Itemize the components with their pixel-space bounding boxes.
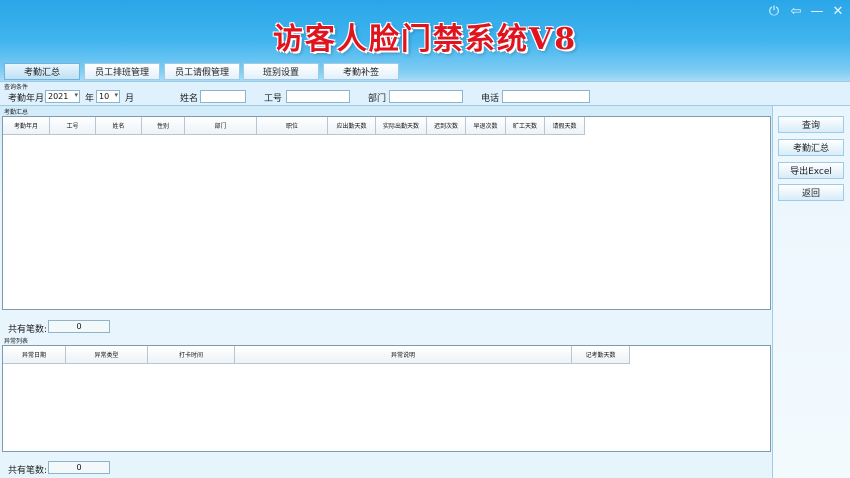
query-caption: 查询条件 [4, 84, 29, 91]
tab-staff-leave[interactable]: 员工请假管理 [164, 63, 240, 80]
column-header[interactable]: 应出勤天数 [328, 117, 376, 135]
exceptions-grid[interactable]: 异常日期 异常类型 打卡时间 异常说明 记考勤天数 [2, 345, 771, 452]
chevron-down-icon: ▾ [74, 91, 78, 99]
column-header[interactable]: 记考勤天数 [572, 346, 630, 364]
summary-grid[interactable]: 考勤年月 工号 姓名 性别 部门 职位 应出勤天数 实际出勤天数 迟到次数 早退… [2, 116, 771, 310]
column-header[interactable]: 考勤年月 [3, 117, 50, 135]
department-label: 部门 [368, 94, 387, 104]
column-header[interactable]: 迟到次数 [427, 117, 466, 135]
action-sidebar: 查询 考勤汇总 导出Excel 返回 [772, 106, 850, 478]
app-title: 访客人脸门禁系统V8 [272, 22, 578, 57]
back-button[interactable]: 返回 [778, 184, 844, 201]
app-window: 访客人脸门禁系统V8 ⏻ ⇦ — ✕ 考勤汇总 员工排班管理 员工请假管理 班别… [0, 0, 850, 478]
month-value: 10 [99, 92, 110, 101]
query-panel: 查询条件 考勤年月 2021 ▾ 年 10 ▾ 月 姓名 工号 部门 电话 [0, 81, 850, 106]
query-button[interactable]: 查询 [778, 116, 844, 133]
title-bar: 访客人脸门禁系统V8 ⏻ ⇦ — ✕ [0, 0, 850, 60]
power-icon[interactable]: ⏻ [766, 4, 782, 20]
tab-attendance-summary[interactable]: 考勤汇总 [4, 63, 80, 80]
employee-id-label: 工号 [264, 94, 283, 104]
column-header[interactable]: 早退次数 [466, 117, 506, 135]
summary-caption: 考勤汇总 [4, 109, 29, 116]
export-excel-button[interactable]: 导出Excel [778, 162, 844, 179]
tab-attendance-makeup[interactable]: 考勤补签 [323, 63, 399, 80]
employee-id-input[interactable] [286, 90, 350, 103]
phone-label: 电话 [481, 94, 500, 104]
month-select[interactable]: 10 ▾ [96, 90, 120, 103]
column-header[interactable]: 异常说明 [235, 346, 572, 364]
column-header[interactable]: 姓名 [96, 117, 142, 135]
minimize-icon[interactable]: — [809, 4, 825, 20]
summary-count-field: 0 [48, 320, 110, 333]
column-header[interactable]: 实际出勤天数 [376, 117, 427, 135]
column-header[interactable]: 异常日期 [3, 346, 66, 364]
column-header[interactable]: 职位 [257, 117, 328, 135]
column-header[interactable]: 部门 [185, 117, 257, 135]
tab-shift-settings[interactable]: 班别设置 [243, 63, 319, 80]
exceptions-count-field: 0 [48, 461, 110, 474]
column-header[interactable]: 请假天数 [545, 117, 585, 135]
column-header[interactable]: 打卡时间 [148, 346, 235, 364]
back-arrow-icon[interactable]: ⇦ [788, 4, 804, 20]
tab-staff-scheduling[interactable]: 员工排班管理 [84, 63, 160, 80]
year-unit-label: 年 [85, 94, 95, 104]
attendance-summary-button[interactable]: 考勤汇总 [778, 139, 844, 156]
department-input[interactable] [389, 90, 463, 103]
column-header[interactable]: 旷工天数 [506, 117, 545, 135]
year-select[interactable]: 2021 ▾ [45, 90, 80, 103]
phone-input[interactable] [502, 90, 590, 103]
column-header[interactable]: 性别 [142, 117, 185, 135]
exceptions-count-label: 共有笔数: [8, 466, 48, 476]
name-label: 姓名 [180, 94, 199, 104]
name-input[interactable] [200, 90, 246, 103]
summary-count-label: 共有笔数: [8, 325, 48, 335]
exceptions-grid-header: 异常日期 异常类型 打卡时间 异常说明 记考勤天数 [3, 346, 630, 364]
chevron-down-icon: ▾ [114, 91, 118, 99]
year-value: 2021 [48, 92, 69, 101]
month-unit-label: 月 [125, 94, 135, 104]
year-month-label: 考勤年月 [8, 94, 45, 104]
close-icon[interactable]: ✕ [830, 4, 846, 20]
main-nav: 考勤汇总 员工排班管理 员工请假管理 班别设置 考勤补签 [0, 63, 850, 81]
exceptions-caption: 异常列表 [4, 338, 29, 345]
summary-grid-header: 考勤年月 工号 姓名 性别 部门 职位 应出勤天数 实际出勤天数 迟到次数 早退… [3, 117, 585, 135]
column-header[interactable]: 工号 [50, 117, 96, 135]
column-header[interactable]: 异常类型 [66, 346, 148, 364]
